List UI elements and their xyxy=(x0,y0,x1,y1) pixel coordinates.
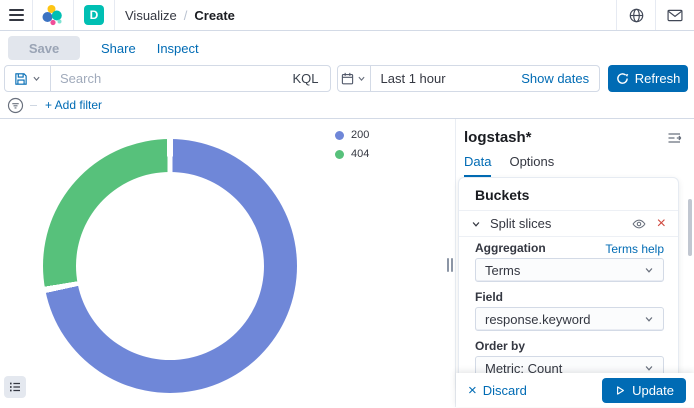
visualization-editor-panel: logstash* Data Options Buckets xyxy=(456,119,694,407)
kibana-visualize-app: D Visualize / Create Save Share Ins xyxy=(0,0,694,408)
chart-legend: 200 404 xyxy=(335,129,369,160)
tab-data[interactable]: Data xyxy=(464,154,491,177)
globe-icon xyxy=(629,8,644,23)
order-by-label: Order by xyxy=(475,340,525,353)
breadcrumb: Visualize / Create xyxy=(125,8,235,23)
legend-item-404[interactable]: 404 xyxy=(335,148,369,160)
chevron-down-icon xyxy=(644,363,654,373)
refresh-icon xyxy=(616,72,629,85)
visualize-toolbar: Save Share Inspect xyxy=(0,31,694,65)
space-avatar[interactable]: D xyxy=(84,5,104,25)
inspect-button[interactable]: Inspect xyxy=(157,41,199,56)
show-dates-button[interactable]: Show dates xyxy=(521,71,599,86)
elastic-logo[interactable] xyxy=(33,0,73,30)
chevron-down-icon xyxy=(357,74,366,83)
legend-toggle-button[interactable] xyxy=(4,376,26,398)
time-range-value[interactable]: Last 1 hour xyxy=(371,71,522,86)
field-value: response.keyword xyxy=(485,312,591,327)
add-filter-button[interactable]: + Add filter xyxy=(45,98,102,112)
saved-query-menu-button[interactable] xyxy=(5,66,51,91)
breadcrumb-visualize[interactable]: Visualize xyxy=(125,8,177,23)
header-divider xyxy=(73,0,74,30)
legend-label: 404 xyxy=(351,148,369,160)
app-header: D Visualize / Create xyxy=(0,0,694,31)
remove-bucket-button[interactable]: × xyxy=(657,216,666,232)
donut-chart[interactable] xyxy=(43,139,297,393)
panel-footer: × Discard Update xyxy=(456,373,694,407)
eye-icon xyxy=(632,217,646,231)
tab-options[interactable]: Options xyxy=(509,154,554,177)
query-bar: KQL Last 1 hour Show dates Refresh xyxy=(0,65,694,92)
discard-label: Discard xyxy=(483,383,527,398)
search-input-group: KQL xyxy=(4,65,331,92)
save-button[interactable]: Save xyxy=(8,36,80,60)
date-picker: Last 1 hour Show dates xyxy=(337,65,601,92)
panel-header: logstash* xyxy=(456,119,694,146)
index-pattern-title: logstash* xyxy=(464,129,532,146)
chevron-down-icon xyxy=(471,219,481,229)
collapse-panel-button[interactable] xyxy=(667,131,682,145)
legend-dot-200 xyxy=(335,131,344,140)
help-globe-button[interactable] xyxy=(617,0,655,30)
legend-dot-404 xyxy=(335,150,344,159)
header-divider xyxy=(114,0,115,30)
chevron-down-icon xyxy=(32,74,41,83)
field-select[interactable]: response.keyword xyxy=(475,307,664,331)
main-content: 200 404 logstash* xyxy=(0,119,694,407)
elastic-logo-icon xyxy=(42,4,64,26)
breadcrumb-create: Create xyxy=(194,8,234,23)
update-button[interactable]: Update xyxy=(602,378,686,403)
envelope-icon xyxy=(667,9,683,22)
share-button[interactable]: Share xyxy=(101,41,136,56)
breadcrumb-separator: / xyxy=(184,8,188,23)
terms-help-link[interactable]: Terms help xyxy=(605,242,664,256)
split-slices-label: Split slices xyxy=(490,216,551,231)
legend-item-200[interactable]: 200 xyxy=(335,129,369,141)
chart-area: 200 404 xyxy=(0,119,456,407)
play-icon xyxy=(614,384,626,397)
aggregation-label: Aggregation xyxy=(475,242,546,255)
filter-bar-dash xyxy=(30,105,37,106)
refresh-button[interactable]: Refresh xyxy=(608,65,688,92)
chevron-down-icon xyxy=(644,265,654,275)
aggregation-select[interactable]: Terms xyxy=(475,258,664,282)
filter-bar: + Add filter xyxy=(0,92,694,119)
filter-menu-button[interactable] xyxy=(7,97,24,114)
panel-resize-handle[interactable] xyxy=(445,255,455,275)
buckets-card: Buckets Split slices × xyxy=(458,177,679,389)
refresh-label: Refresh xyxy=(635,71,681,86)
menu-right-icon xyxy=(667,131,682,145)
list-icon xyxy=(9,381,21,393)
toggle-visibility-button[interactable] xyxy=(632,217,646,231)
discard-button[interactable]: × Discard xyxy=(468,383,527,398)
close-icon: × xyxy=(468,383,477,398)
panel-scrollbar[interactable] xyxy=(688,199,692,256)
update-label: Update xyxy=(632,383,674,398)
buckets-title: Buckets xyxy=(459,178,678,210)
calendar-icon xyxy=(341,72,354,85)
header-right-section xyxy=(616,0,694,30)
legend-label: 200 xyxy=(351,129,369,141)
aggregation-value: Terms xyxy=(485,263,520,278)
chevron-down-icon xyxy=(644,314,654,324)
menu-hamburger-icon[interactable] xyxy=(0,0,32,30)
bucket-settings: Aggregation Terms help Terms Field respo… xyxy=(459,237,678,380)
panel-tabs: Data Options xyxy=(456,146,694,177)
filter-icon xyxy=(7,97,24,114)
search-input[interactable] xyxy=(51,66,293,91)
query-language-toggle[interactable]: KQL xyxy=(293,71,330,86)
save-query-icon xyxy=(14,72,28,86)
split-slices-accordion[interactable]: Split slices × xyxy=(459,210,678,237)
newsfeed-button[interactable] xyxy=(656,0,694,30)
field-label: Field xyxy=(475,291,503,304)
date-quick-select-button[interactable] xyxy=(338,66,371,91)
